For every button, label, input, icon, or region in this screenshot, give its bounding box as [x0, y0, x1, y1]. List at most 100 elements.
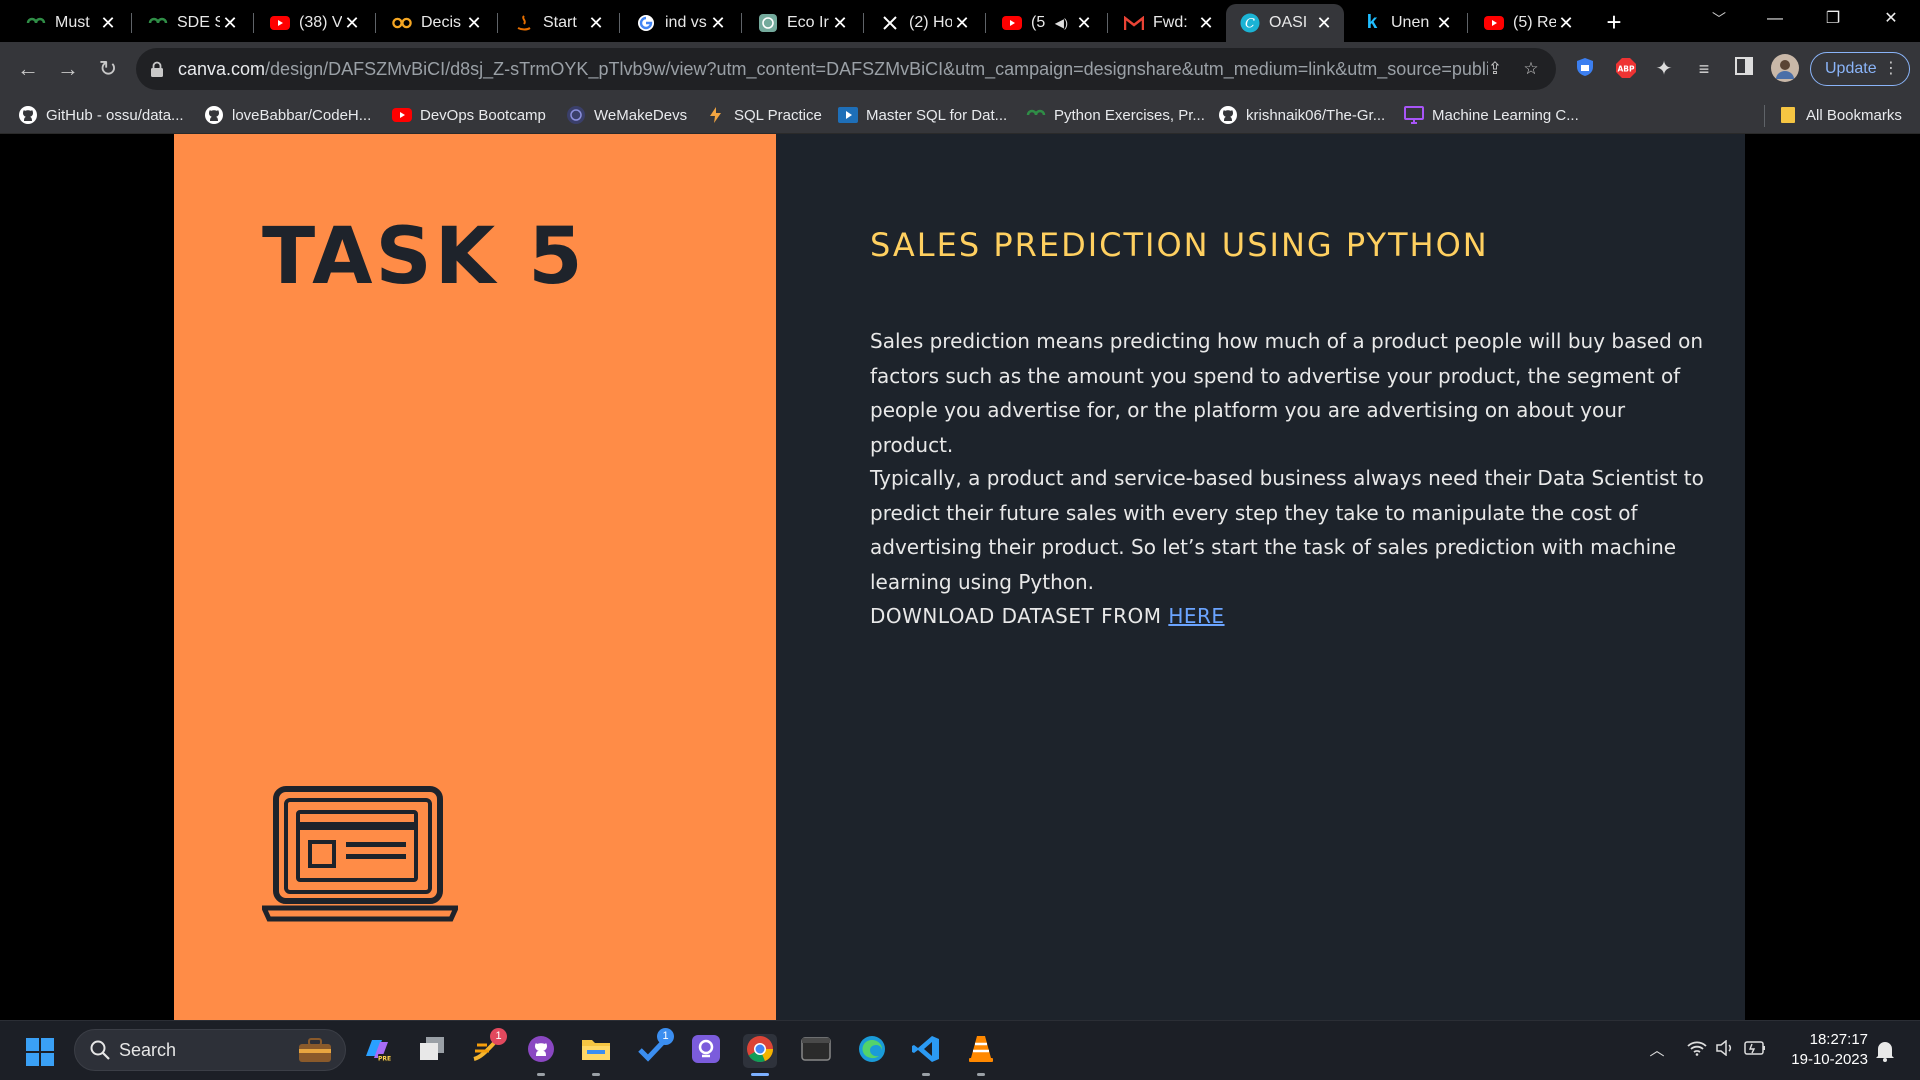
- forward-button[interactable]: →: [52, 53, 84, 85]
- close-icon[interactable]: ✕: [1074, 13, 1094, 33]
- close-icon[interactable]: ✕: [830, 13, 850, 33]
- close-icon[interactable]: ✕: [1314, 13, 1334, 33]
- tab-title: Eco Ir: [787, 14, 829, 31]
- bookmark-item[interactable]: loveBabbar/CodeH...: [204, 103, 371, 127]
- tab-separator: [375, 13, 376, 33]
- gmail-icon: [1124, 13, 1144, 33]
- taskbar-app[interactable]: [689, 1034, 723, 1068]
- canva-icon: C: [1240, 13, 1260, 33]
- close-icon[interactable]: ✕: [464, 13, 484, 33]
- back-button[interactable]: ←: [12, 53, 44, 85]
- start-button[interactable]: [26, 1038, 54, 1066]
- tab[interactable]: Fwd: ✕: [1110, 4, 1226, 42]
- tab-title: (38) V: [299, 14, 342, 31]
- restore-button[interactable]: ❐: [1810, 4, 1856, 34]
- share-icon[interactable]: ⇪: [1484, 58, 1506, 80]
- taskbar-app[interactable]: [579, 1034, 613, 1076]
- close-icon[interactable]: ✕: [1434, 13, 1454, 33]
- puzzle-icon[interactable]: ✦: [1652, 57, 1676, 81]
- geeksforgeeks-icon: [148, 13, 168, 33]
- tab-separator: [1467, 13, 1468, 33]
- taskbar-app[interactable]: [909, 1034, 943, 1076]
- taskbar-app[interactable]: [855, 1034, 889, 1068]
- taskbar-app[interactable]: 1: [469, 1028, 507, 1068]
- chevron-down-icon[interactable]: ﹀: [1708, 8, 1730, 30]
- running-indicator: [922, 1073, 930, 1076]
- new-tab-button[interactable]: +: [1598, 7, 1630, 37]
- more-options-icon[interactable]: ⋮: [1883, 53, 1899, 85]
- close-icon[interactable]: ✕: [1556, 13, 1576, 33]
- windows-logo-tile: [26, 1038, 39, 1051]
- battery-icon[interactable]: [1744, 1040, 1766, 1062]
- bell-icon[interactable]: [1874, 1039, 1896, 1063]
- taskbar-app[interactable]: PRE: [360, 1034, 394, 1068]
- slide-heading: SALES PREDICTION USING PYTHON: [870, 226, 1489, 264]
- media-control-icon[interactable]: ≡: [1692, 57, 1716, 81]
- download-link[interactable]: HERE: [1168, 604, 1224, 628]
- tab[interactable]: Must ✕: [12, 4, 128, 42]
- bookmark-label: krishnaik06/The-Gr...: [1246, 106, 1386, 124]
- close-icon[interactable]: ✕: [586, 13, 606, 33]
- chrome-icon: [745, 1034, 775, 1069]
- update-button[interactable]: Update ⋮: [1810, 52, 1910, 86]
- tab[interactable]: ind vs ✕: [622, 4, 738, 42]
- all-bookmarks[interactable]: All Bookmarks: [1778, 103, 1902, 127]
- bookmark-item[interactable]: Machine Learning C...: [1404, 103, 1579, 127]
- minimize-button[interactable]: —: [1752, 4, 1798, 34]
- clock-time: 18:27:17: [1809, 1031, 1868, 1048]
- close-icon[interactable]: ✕: [98, 13, 118, 33]
- tab[interactable]: Decis ✕: [378, 4, 494, 42]
- tab-title: Must: [55, 14, 90, 31]
- adblock-icon[interactable]: ABP: [1614, 57, 1638, 81]
- laptop-icon: [262, 786, 458, 922]
- speaker-icon[interactable]: ◀): [1055, 16, 1068, 30]
- lock-icon[interactable]: [150, 61, 164, 77]
- tab[interactable]: Eco Ir ✕: [744, 4, 860, 42]
- taskbar-app[interactable]: [524, 1034, 558, 1076]
- page-viewport: TASK 5 SALES PREDICTION USING PYTHON Sal…: [0, 134, 1920, 1020]
- tab[interactable]: (5 ◀) ✕: [988, 4, 1104, 42]
- github-icon: [18, 105, 38, 125]
- tab-active[interactable]: C OASI ✕: [1226, 4, 1344, 42]
- taskbar-app-chrome[interactable]: [743, 1034, 777, 1076]
- bookmark-item[interactable]: DevOps Bootcamp: [392, 103, 546, 127]
- bookmark-item[interactable]: GitHub - ossu/data...: [18, 103, 184, 127]
- close-icon[interactable]: ✕: [220, 13, 240, 33]
- close-icon[interactable]: ✕: [708, 13, 728, 33]
- wifi-icon[interactable]: [1686, 1040, 1708, 1062]
- tab[interactable]: (38) V ✕: [256, 4, 372, 42]
- bookmark-item[interactable]: SQL Practice: [706, 103, 822, 127]
- file-explorer-icon: [581, 1036, 611, 1067]
- chevron-up-icon[interactable]: ︿: [1646, 1040, 1668, 1062]
- tab-separator: [741, 13, 742, 33]
- side-panel-icon[interactable]: [1732, 57, 1756, 81]
- tab[interactable]: (5) Re ✕: [1470, 4, 1586, 42]
- taskbar-search[interactable]: Search: [74, 1029, 346, 1071]
- profile-avatar[interactable]: [1771, 54, 1799, 82]
- tab[interactable]: k Unen ✕: [1348, 4, 1464, 42]
- bookmark-item[interactable]: Master SQL for Dat...: [838, 103, 1007, 127]
- task-view-icon: [418, 1036, 446, 1067]
- taskbar-app[interactable]: [964, 1034, 998, 1076]
- close-icon[interactable]: ✕: [1196, 13, 1216, 33]
- url-text[interactable]: canva.com/design/DAFSZMvBiCI/d8sj_Z-sTrm…: [178, 59, 1488, 80]
- close-icon[interactable]: ✕: [952, 13, 972, 33]
- bookmark-item[interactable]: krishnaik06/The-Gr...: [1218, 103, 1385, 127]
- close-icon[interactable]: ✕: [342, 13, 362, 33]
- system-clock[interactable]: 18:27:17 19-10-2023: [1776, 1030, 1868, 1070]
- tab[interactable]: Start ✕: [500, 4, 616, 42]
- taskbar-app[interactable]: [415, 1034, 449, 1068]
- tab[interactable]: SDE S ✕: [134, 4, 250, 42]
- address-bar[interactable]: canva.com/design/DAFSZMvBiCI/d8sj_Z-sTrm…: [136, 48, 1556, 90]
- taskbar-app[interactable]: [799, 1034, 833, 1068]
- taskbar-app[interactable]: 1: [636, 1028, 674, 1068]
- bookmark-item[interactable]: Python Exercises, Pr...: [1026, 103, 1205, 127]
- google-icon: [636, 13, 656, 33]
- volume-icon[interactable]: [1714, 1039, 1736, 1062]
- star-icon[interactable]: ☆: [1520, 58, 1542, 80]
- tab[interactable]: (2) Ho ✕: [866, 4, 982, 42]
- bookmark-item[interactable]: WeMakeDevs: [566, 103, 687, 127]
- close-window-button[interactable]: ✕: [1868, 4, 1914, 34]
- reload-button[interactable]: ↻: [92, 53, 124, 85]
- extension-icon[interactable]: [1573, 57, 1597, 81]
